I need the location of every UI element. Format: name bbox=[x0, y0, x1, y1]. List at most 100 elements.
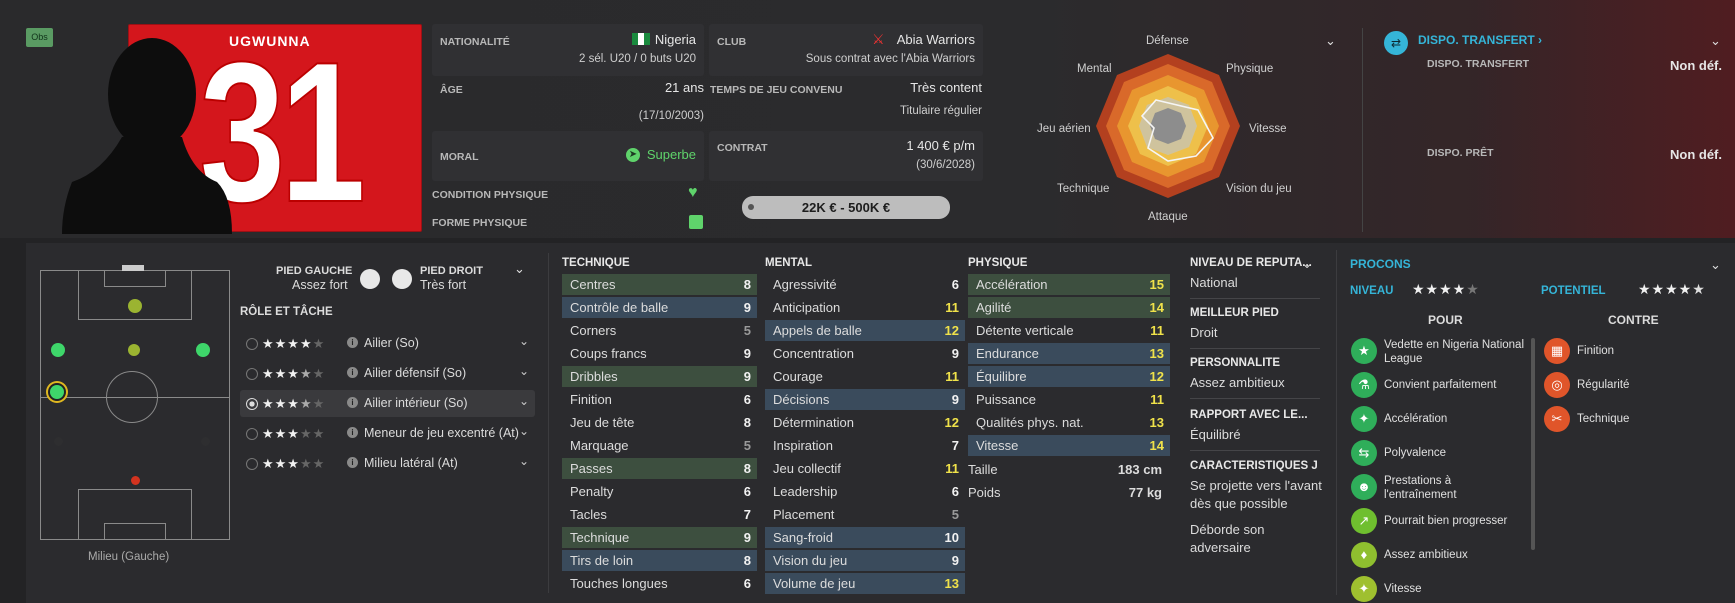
con-item[interactable]: Technique bbox=[1577, 412, 1629, 426]
role-stars: ★★★★★ bbox=[262, 336, 326, 351]
role-radio[interactable] bbox=[246, 428, 258, 440]
media-value: Équilibré bbox=[1190, 427, 1241, 442]
morale-card[interactable]: MORAL ➤ Superbe bbox=[432, 131, 704, 181]
attribute-row[interactable]: Détente verticale 11 bbox=[968, 320, 1170, 341]
position-aml[interactable] bbox=[51, 343, 65, 357]
attribute-row[interactable]: Finition 6 bbox=[562, 389, 757, 410]
attribute-row[interactable]: Équilibre 12 bbox=[968, 366, 1170, 387]
attribute-row[interactable]: Endurance 13 bbox=[968, 343, 1170, 364]
contract-card[interactable]: CONTRAT 1 400 € p/m (30/6/2028) bbox=[709, 131, 983, 181]
attribute-row[interactable]: Décisions 9 bbox=[765, 389, 965, 410]
scrollbar[interactable] bbox=[1531, 338, 1535, 550]
attribute-name: Tirs de loin bbox=[570, 553, 634, 568]
role-radio[interactable] bbox=[246, 368, 258, 380]
attribute-name: Jeu de tête bbox=[570, 415, 635, 430]
pro-item[interactable]: Vitesse bbox=[1384, 582, 1524, 596]
info-icon[interactable]: i bbox=[347, 367, 358, 378]
position-ml-selected[interactable] bbox=[50, 385, 64, 399]
value-range-pill[interactable]: 22K € - 500K € bbox=[742, 196, 950, 219]
attribute-row[interactable]: Agressivité 6 bbox=[765, 274, 965, 295]
attribute-row[interactable]: Inspiration 7 bbox=[765, 435, 965, 456]
attribute-row[interactable]: Sang-froid 10 bbox=[765, 527, 965, 548]
club-name[interactable]: Abia Warriors bbox=[897, 32, 975, 47]
attribute-name: Décisions bbox=[773, 392, 830, 407]
role-row[interactable]: ★★★★★ i Ailier défensif (So) ⌄ bbox=[240, 360, 535, 387]
nigeria-flag-icon bbox=[632, 33, 650, 45]
attribute-row[interactable]: Passes 8 bbox=[562, 458, 757, 479]
nationality-label: NATIONALITÉ bbox=[440, 36, 510, 48]
role-radio[interactable] bbox=[246, 338, 258, 350]
info-icon[interactable]: i bbox=[347, 457, 358, 468]
position-st[interactable] bbox=[128, 299, 142, 313]
attribute-row[interactable]: Vision du jeu 9 bbox=[765, 550, 965, 571]
contract-wage: 1 400 € p/m bbox=[906, 138, 975, 153]
con-item[interactable]: Finition bbox=[1577, 344, 1614, 358]
attribute-row[interactable]: Courage 11 bbox=[765, 366, 965, 387]
procons-chevron-icon[interactable]: ⌄ bbox=[1710, 257, 1721, 273]
transfer-chevron-icon[interactable]: ⌄ bbox=[1710, 33, 1721, 49]
attribute-row[interactable]: Accélération 15 bbox=[968, 274, 1170, 295]
attribute-row[interactable]: Penalty 6 bbox=[562, 481, 757, 502]
position-amr[interactable] bbox=[196, 343, 210, 357]
pro-item[interactable]: Pourrait bien progresser bbox=[1384, 514, 1524, 528]
attribute-row[interactable]: Volume de jeu 13 bbox=[765, 573, 965, 594]
role-radio[interactable] bbox=[246, 458, 258, 470]
attribute-row[interactable]: Leadership 6 bbox=[765, 481, 965, 502]
role-row[interactable]: ★★★★★ i Meneur de jeu excentré (At) ⌄ bbox=[240, 420, 535, 447]
pro-item[interactable]: Prestations à l'entraînement bbox=[1384, 474, 1524, 502]
position-dc[interactable] bbox=[131, 476, 140, 485]
attribute-row[interactable]: Concentration 9 bbox=[765, 343, 965, 364]
role-radio[interactable] bbox=[246, 398, 258, 410]
attribute-row[interactable]: Corners 5 bbox=[562, 320, 757, 341]
attribute-name: Agressivité bbox=[773, 277, 837, 292]
attribute-row[interactable]: Centres 8 bbox=[562, 274, 757, 295]
attribute-row[interactable]: Jeu de tête 8 bbox=[562, 412, 757, 433]
attribute-row[interactable]: Agilité 14 bbox=[968, 297, 1170, 318]
attribute-row[interactable]: Tacles 7 bbox=[562, 504, 757, 525]
obs-badge[interactable]: Obs bbox=[26, 28, 53, 47]
attribute-row[interactable]: Contrôle de balle 9 bbox=[562, 297, 757, 318]
chevron-down-icon[interactable]: ⌄ bbox=[519, 364, 529, 378]
pro-item[interactable]: Polyvalence bbox=[1384, 446, 1524, 460]
info-icon[interactable]: i bbox=[347, 397, 358, 408]
attribute-row[interactable]: Vitesse 14 bbox=[968, 435, 1170, 456]
transfer-header[interactable]: DISPO. TRANSFERT › bbox=[1418, 33, 1542, 47]
attribute-row[interactable]: Puissance 11 bbox=[968, 389, 1170, 410]
attribute-row[interactable]: Placement 5 bbox=[765, 504, 965, 525]
position-amc[interactable] bbox=[128, 344, 140, 356]
pro-item[interactable]: Assez ambitieux bbox=[1384, 548, 1524, 562]
info-icon[interactable]: i bbox=[347, 427, 358, 438]
attribute-row[interactable]: Jeu collectif 11 bbox=[765, 458, 965, 479]
reputation-section[interactable]: NIVEAU DE RÉPUTA... National bbox=[1190, 257, 1320, 292]
role-row[interactable]: ★★★★★ i Milieu latéral (At) ⌄ bbox=[240, 450, 535, 477]
role-row[interactable]: ★★★★★ i Ailier (So) ⌄ bbox=[240, 330, 535, 357]
attribute-row[interactable]: Anticipation 11 bbox=[765, 297, 965, 318]
attribute-row[interactable]: Détermination 12 bbox=[765, 412, 965, 433]
position-dl[interactable] bbox=[54, 437, 63, 446]
pro-item[interactable]: Vedette en Nigeria National League bbox=[1384, 338, 1524, 366]
attribute-row[interactable]: Appels de balle 12 bbox=[765, 320, 965, 341]
attribute-row[interactable]: Tirs de loin 8 bbox=[562, 550, 757, 571]
role-row-selected[interactable]: ★★★★★ i Ailier intérieur (So) ⌄ bbox=[240, 390, 535, 417]
radar-dropdown-chevron-icon[interactable]: ⌄ bbox=[1325, 33, 1336, 49]
pro-item[interactable]: Convient parfaitement bbox=[1384, 378, 1524, 392]
reputation-chevron-icon[interactable]: ⌄ bbox=[1302, 257, 1312, 271]
attribute-row[interactable]: Qualités phys. nat. 13 bbox=[968, 412, 1170, 433]
chevron-down-icon[interactable]: ⌄ bbox=[519, 394, 529, 408]
chevron-down-icon[interactable]: ⌄ bbox=[519, 424, 529, 438]
trait-item[interactable]: Déborde son adversaire bbox=[1190, 521, 1324, 557]
trait-item[interactable]: Se projette vers l'avant dès que possibl… bbox=[1190, 477, 1324, 513]
attribute-row[interactable]: Coups francs 9 bbox=[562, 343, 757, 364]
attribute-row[interactable]: Marquage 5 bbox=[562, 435, 757, 456]
attribute-row[interactable]: Technique 9 bbox=[562, 527, 757, 548]
pro-item[interactable]: Accélération bbox=[1384, 412, 1524, 426]
attribute-row[interactable]: Touches longues 6 bbox=[562, 573, 757, 594]
chevron-down-icon[interactable]: ⌄ bbox=[519, 334, 529, 348]
nationality-country[interactable]: Nigeria bbox=[655, 32, 696, 47]
position-dr[interactable] bbox=[201, 437, 210, 446]
chevron-down-icon[interactable]: ⌄ bbox=[519, 454, 529, 468]
info-icon[interactable]: i bbox=[347, 337, 358, 348]
con-item[interactable]: Régularité bbox=[1577, 378, 1629, 392]
attribute-row[interactable]: Dribbles 9 bbox=[562, 366, 757, 387]
feet-chevron-icon[interactable]: ⌄ bbox=[514, 261, 525, 277]
